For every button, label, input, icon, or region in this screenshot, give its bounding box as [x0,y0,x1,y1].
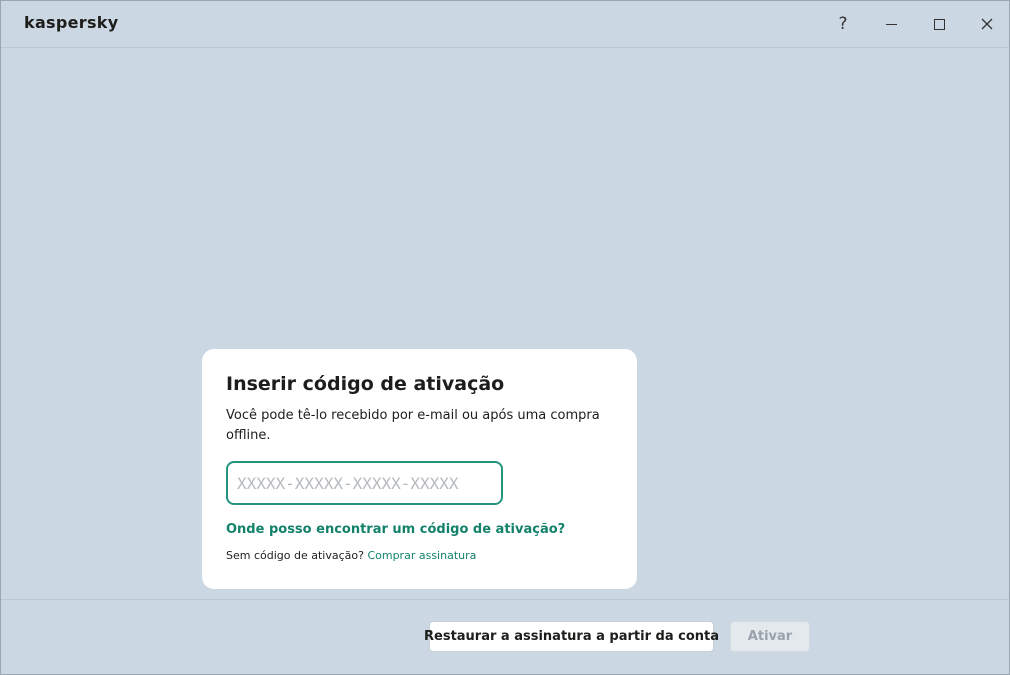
maximize-button[interactable] [924,9,954,39]
footer-divider [1,599,1009,600]
close-button[interactable] [972,9,1002,39]
minimize-icon [885,23,897,25]
activation-code-input[interactable] [226,461,503,505]
activate-button[interactable]: Ativar [730,621,810,652]
maximize-icon [933,18,945,30]
no-code-text: Sem código de ativação? [226,549,364,562]
help-icon: ? [838,14,848,34]
title-bar: kaspersky ? [1,1,1009,48]
restore-subscription-button[interactable]: Restaurar a assinatura a partir da conta [424,621,719,652]
close-icon [981,18,993,30]
card-description: Você pode tê-lo recebido por e-mail ou a… [226,408,600,443]
buy-subscription-link[interactable]: Comprar assinatura [367,549,476,562]
find-code-help-link[interactable]: Onde posso encontrar um código de ativaç… [226,522,565,537]
no-code-row: Sem código de ativação? Comprar assinatu… [226,549,476,562]
activation-code-card: Inserir código de ativação Você pode tê-… [202,349,637,589]
card-title: Inserir código de ativação [226,373,505,395]
app-window: kaspersky ? Inserir código de ativação V… [0,0,1010,675]
kaspersky-logo: kaspersky [24,13,119,32]
help-button[interactable]: ? [828,9,858,39]
minimize-button[interactable] [876,9,906,39]
